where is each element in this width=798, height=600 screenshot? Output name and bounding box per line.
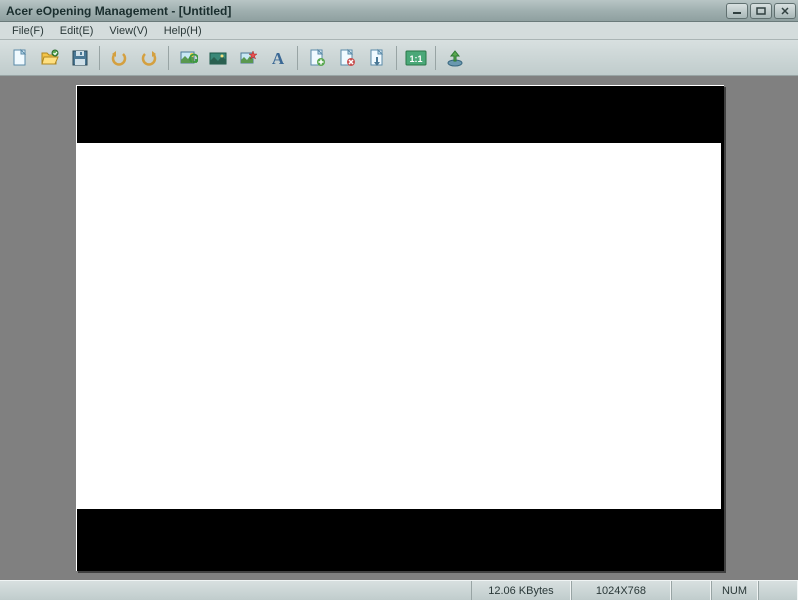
window-title: Acer eOpening Management - [Untitled]	[6, 4, 726, 18]
toolbar-separator	[99, 46, 100, 70]
menu-edit[interactable]: Edit(E)	[52, 24, 102, 38]
maximize-button[interactable]	[750, 3, 772, 19]
maximize-icon	[756, 7, 766, 15]
close-button[interactable]	[774, 3, 796, 19]
upload-button[interactable]	[441, 44, 469, 72]
page-del-button[interactable]	[333, 44, 361, 72]
text-button[interactable]: A	[264, 44, 292, 72]
upload-icon	[445, 48, 465, 68]
image-landscape-button[interactable]	[204, 44, 232, 72]
save-button[interactable]	[66, 44, 94, 72]
toolbar-separator	[435, 46, 436, 70]
page-add-button[interactable]	[303, 44, 331, 72]
close-icon	[780, 7, 790, 15]
redo-icon	[139, 48, 159, 68]
undo-button[interactable]	[105, 44, 133, 72]
image-refresh-button[interactable]	[174, 44, 202, 72]
titlebar: Acer eOpening Management - [Untitled]	[0, 0, 798, 22]
page-add-icon	[307, 48, 327, 68]
redo-button[interactable]	[135, 44, 163, 72]
text-a-icon: A	[268, 48, 288, 68]
svg-text:1:1: 1:1	[409, 54, 422, 64]
new-doc-icon	[10, 48, 30, 68]
window-controls	[726, 3, 796, 19]
toolbar-separator	[396, 46, 397, 70]
toolbar-separator	[168, 46, 169, 70]
ratio-11-icon: 1:1	[405, 49, 427, 67]
page-arrow-button[interactable]	[363, 44, 391, 72]
undo-icon	[109, 48, 129, 68]
minimize-button[interactable]	[726, 3, 748, 19]
minimize-icon	[732, 7, 742, 15]
workspace	[0, 76, 798, 580]
page-arrow-icon	[367, 48, 387, 68]
status-filesize: 12.06 KBytes	[471, 581, 571, 600]
status-blank1	[671, 581, 711, 600]
ratio-button[interactable]: 1:1	[402, 44, 430, 72]
image-star-icon	[238, 48, 258, 68]
svg-text:A: A	[272, 49, 285, 68]
canvas-content[interactable]	[77, 143, 721, 509]
menu-help[interactable]: Help(H)	[156, 24, 210, 38]
status-resolution: 1024X768	[571, 581, 671, 600]
open-folder-icon	[40, 48, 60, 68]
page-del-icon	[337, 48, 357, 68]
toolbar-separator	[297, 46, 298, 70]
image-landscape-icon	[208, 48, 228, 68]
status-blank2	[758, 581, 798, 600]
menu-view[interactable]: View(V)	[101, 24, 155, 38]
new-button[interactable]	[6, 44, 34, 72]
image-refresh-icon	[178, 48, 198, 68]
menu-file[interactable]: File(F)	[4, 24, 52, 38]
canvas-frame[interactable]	[76, 85, 724, 571]
menubar: File(F) Edit(E) View(V) Help(H)	[0, 22, 798, 40]
statusbar: 12.06 KBytes 1024X768 NUM	[0, 580, 798, 600]
image-star-button[interactable]	[234, 44, 262, 72]
toolbar: A 1:1	[0, 40, 798, 76]
open-button[interactable]	[36, 44, 64, 72]
save-disk-icon	[70, 48, 90, 68]
status-numlock: NUM	[711, 581, 758, 600]
